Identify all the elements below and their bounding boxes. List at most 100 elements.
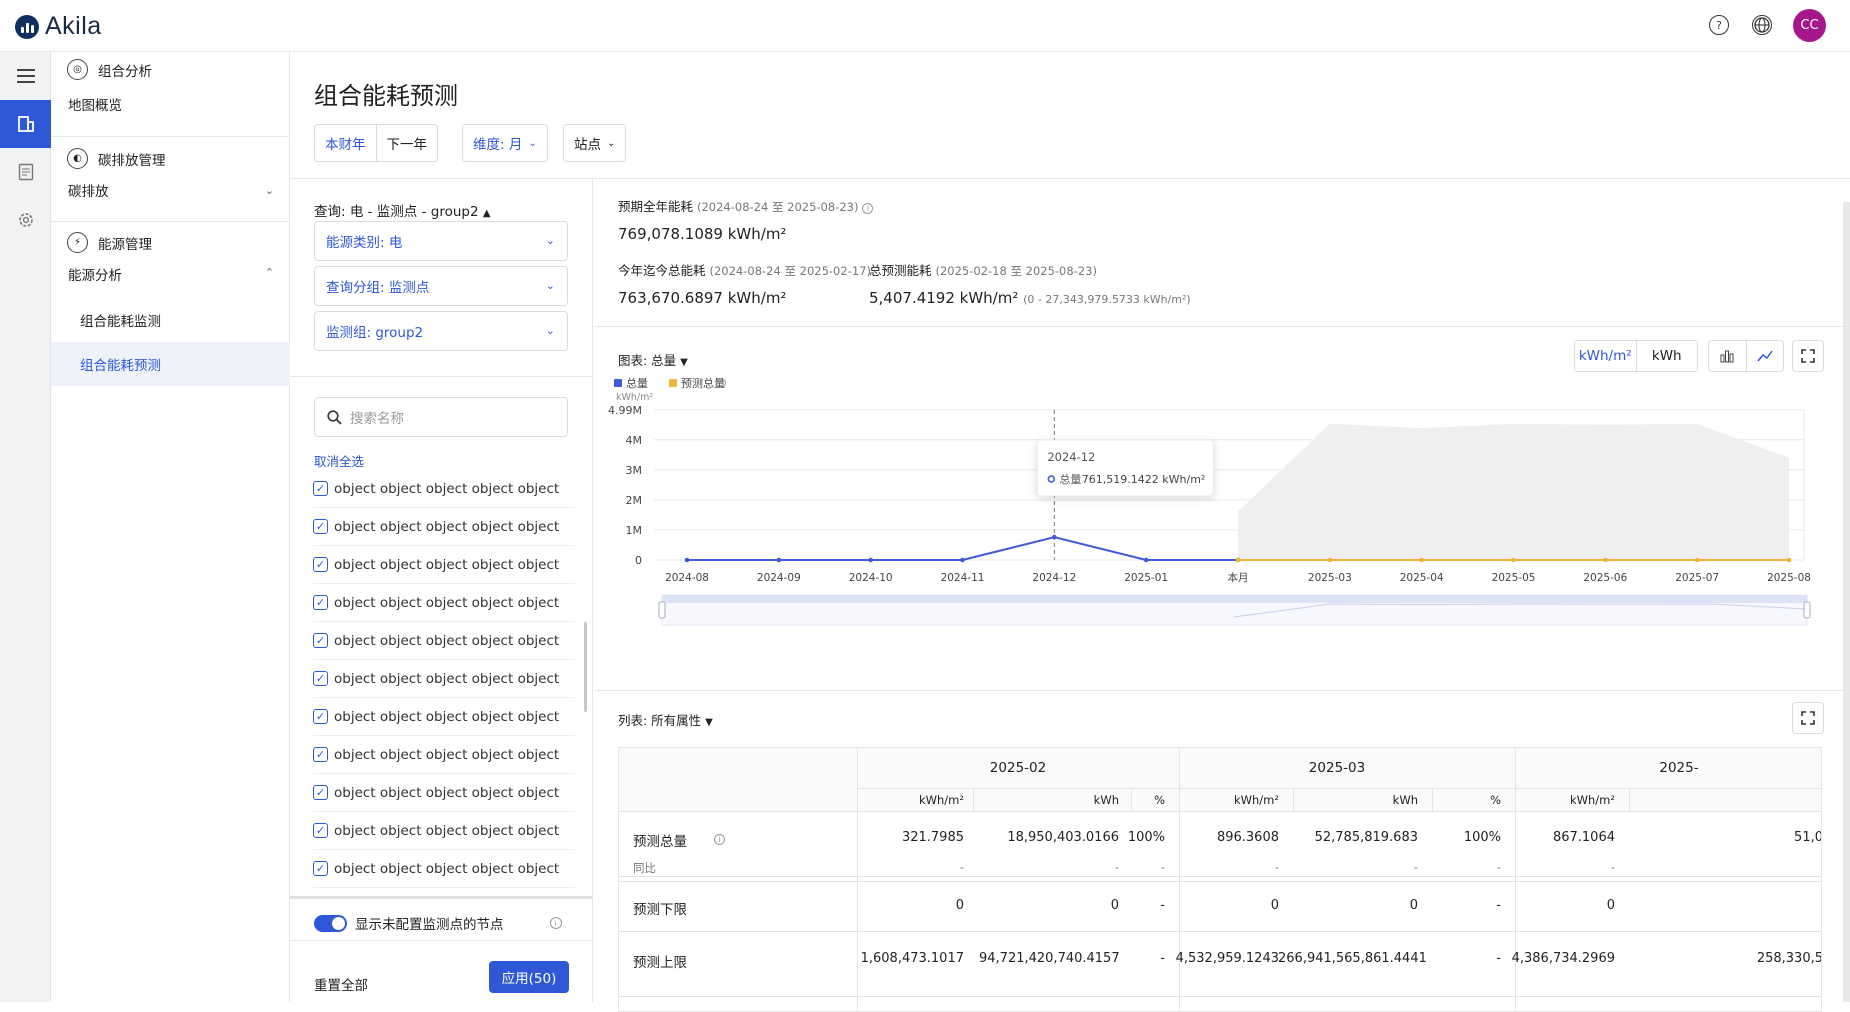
portfolio-nav-icon[interactable]: [0, 100, 51, 148]
list-item[interactable]: ✓object object object object object: [313, 546, 575, 584]
tab-next-year[interactable]: 下一年: [377, 125, 438, 161]
checkbox[interactable]: ✓: [313, 671, 328, 686]
sidebar-item-monitoring[interactable]: 组合能耗监测: [51, 298, 290, 342]
checkbox[interactable]: ✓: [313, 823, 328, 838]
checkbox[interactable]: ✓: [313, 633, 328, 648]
dimension-label: 维度: 月: [473, 137, 523, 153]
table-cell: 0: [1606, 898, 1615, 913]
list-item[interactable]: ✓object object object object object: [313, 660, 575, 698]
show-unconfigured-toggle[interactable]: [314, 914, 347, 932]
site-dropdown[interactable]: 站点 ⌄: [563, 124, 627, 162]
row-divider: [619, 876, 1821, 877]
x-tick-label: 2025-04: [1400, 572, 1444, 584]
data-point: [1786, 557, 1792, 563]
caret-down-icon: ▼: [680, 357, 688, 368]
table-cell: 4,532,959.1243: [1175, 951, 1279, 966]
table-fullscreen-icon[interactable]: [1792, 702, 1824, 734]
fullscreen-icon[interactable]: [1792, 340, 1824, 372]
avatar[interactable]: CC: [1793, 9, 1826, 42]
checkbox[interactable]: ✓: [313, 785, 328, 800]
ytd-stat-value: 763,670.6897 kWh/m²: [618, 289, 787, 307]
list-item[interactable]: ✓object object object object object: [313, 698, 575, 736]
stat-bounds: (0 - 27,343,979.5733 kWh/m²): [1023, 293, 1191, 306]
search-icon: [327, 409, 342, 425]
query-group-select[interactable]: 查询分组: 监测点 ⌄: [314, 266, 568, 306]
chevron-up-icon: ⌃: [264, 266, 274, 279]
dimension-dropdown[interactable]: 维度: 月 ⌄: [462, 124, 548, 162]
page-scrollbar[interactable]: [1843, 202, 1850, 1002]
table-cell: 0: [1270, 898, 1279, 913]
chart-selector[interactable]: 图表: 总量 ▼: [618, 350, 688, 369]
list-item[interactable]: ✓ object object object object object: [313, 470, 575, 508]
query-summary[interactable]: 查询: 电 - 监测点 - group2 ▲: [314, 200, 491, 220]
list-item[interactable]: ✓object object object object object: [313, 508, 575, 546]
settings-nav-icon[interactable]: [0, 196, 51, 244]
list-item[interactable]: ✓object object object object object: [313, 774, 575, 812]
unit-kwh-button[interactable]: kWh: [1637, 341, 1698, 371]
row-label: 预测总量: [633, 834, 687, 850]
checkbox[interactable]: ✓: [313, 595, 328, 610]
x-tick-label: 2024-12: [1032, 572, 1076, 584]
sidebar-item-map-overview[interactable]: 地图概览: [51, 82, 290, 126]
logo-text: Akila: [45, 12, 102, 40]
sidebar-item-energy-analysis[interactable]: 能源分析 ⌃: [51, 252, 290, 296]
tooltip-title: 2024-12: [1047, 450, 1095, 464]
sidebar-item-forecast[interactable]: 组合能耗预测: [51, 342, 290, 386]
menu-icon[interactable]: [0, 52, 51, 100]
apply-button[interactable]: 应用(50): [489, 961, 569, 993]
x-tick-label: 2024-09: [757, 572, 801, 584]
table-cell: 867.1064: [1552, 830, 1615, 845]
list-item[interactable]: ✓object object object object object: [313, 850, 575, 888]
checkbox[interactable]: ✓: [313, 861, 328, 876]
stat-range: (2024-08-24 至 2025-02-17): [709, 264, 871, 278]
list-item[interactable]: ✓object object object object object: [313, 584, 575, 622]
list-item-label: object object object object object: [334, 746, 560, 763]
table-cell: 0: [955, 898, 964, 913]
series-line: [687, 536, 1238, 561]
checkbox[interactable]: ✓: [313, 709, 328, 724]
legend-swatch: [614, 379, 622, 387]
unit-kwh-m2-button[interactable]: kWh/m²: [1575, 341, 1637, 371]
chevron-down-icon: ⌄: [545, 324, 555, 337]
x-tick-label: 2024-08: [665, 572, 709, 584]
list-item-label: object object object object object: [334, 632, 560, 649]
table-selector[interactable]: 列表: 所有属性 ▼: [618, 710, 713, 729]
line-chart-icon[interactable]: [1747, 341, 1784, 371]
energy-type-select[interactable]: 能源类别: 电 ⌄: [314, 221, 568, 261]
checkbox[interactable]: ✓: [313, 519, 328, 534]
deselect-all-link[interactable]: 取消全选: [314, 451, 364, 470]
list-item-label: object object object object object: [334, 480, 560, 497]
horizontal-scrollbar[interactable]: [290, 896, 593, 899]
monitor-group-select[interactable]: 监测组: group2 ⌄: [314, 311, 568, 351]
checkbox[interactable]: ✓: [313, 481, 328, 496]
list-scrollbar[interactable]: [584, 622, 587, 712]
tab-this-fiscal-year[interactable]: 本财年: [315, 125, 377, 161]
sidebar-item-carbon[interactable]: 碳排放 ⌄: [51, 168, 290, 212]
logo[interactable]: Akila: [15, 12, 102, 41]
data-point: [684, 557, 690, 563]
filter-panel: 查询: 电 - 监测点 - group2 ▲ 能源类别: 电 ⌄ 查询分组: 监测…: [290, 178, 593, 1002]
select-label: 查询分组: 监测点: [326, 280, 430, 296]
report-nav-icon[interactable]: [0, 148, 51, 196]
list-item[interactable]: ✓ object object object object object: [313, 622, 575, 660]
divider: [857, 788, 1821, 789]
search-input[interactable]: 搜索名称: [314, 397, 568, 437]
table-cell: -: [1274, 860, 1279, 874]
x-tick-label: 2024-11: [941, 572, 985, 584]
checkbox[interactable]: ✓: [313, 747, 328, 762]
globe-icon[interactable]: [1752, 15, 1772, 35]
bar-chart-icon[interactable]: [1709, 341, 1747, 371]
reset-all-button[interactable]: 重置全部: [314, 974, 368, 994]
checkbox[interactable]: ✓: [313, 557, 328, 572]
list-item[interactable]: ✓ object object object object object: [313, 736, 575, 774]
month-header: 2025-02: [989, 760, 1047, 776]
row-divider: [619, 881, 1821, 882]
help-icon[interactable]: ?: [1709, 15, 1729, 35]
list-item[interactable]: ✓object object object object object: [313, 888, 575, 895]
yoy-label: 同比: [633, 861, 656, 875]
sidebar: ◎ 组合分析 地图概览 ◐ 碳排放管理 碳排放 ⌄ ⚡ 能源管理 能源分析 ⌃ 组合…: [51, 52, 290, 1002]
table-cell: 258,330,5: [1756, 951, 1822, 966]
chevron-down-icon: ⌄: [607, 137, 616, 149]
logo-icon: [15, 14, 39, 39]
list-item[interactable]: ✓object object object object object: [313, 812, 575, 850]
